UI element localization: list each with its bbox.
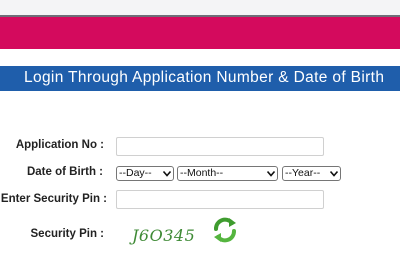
security-pin-input[interactable] <box>116 190 324 209</box>
refresh-icon[interactable] <box>210 215 240 245</box>
date-of-birth-label: Date of Birth : <box>26 166 103 178</box>
application-no-label: Application No : <box>15 139 104 151</box>
chevron-down-icon <box>330 170 338 177</box>
captcha-text: J6O345 <box>132 226 196 245</box>
application-no-input[interactable] <box>116 137 324 156</box>
security-pin-label: Security Pin : <box>30 228 105 240</box>
day-select[interactable]: --Day-- <box>116 166 174 181</box>
chevron-down-icon <box>267 170 275 177</box>
login-page: Login Through Application Number & Date … <box>0 0 400 266</box>
month-select[interactable]: --Month-- <box>177 166 278 181</box>
brand-header-bar <box>0 17 400 49</box>
chevron-down-icon <box>163 170 171 177</box>
form-title-bar: Login Through Application Number & Date … <box>0 66 400 91</box>
enter-security-pin-label: Enter Security Pin : <box>0 193 107 205</box>
browser-top-strip <box>0 0 400 16</box>
month-select-value: --Month-- <box>180 167 224 179</box>
day-select-value: --Day-- <box>119 167 152 179</box>
form-title: Login Through Application Number & Date … <box>24 69 385 86</box>
year-select-value: --Year-- <box>285 167 321 179</box>
year-select[interactable]: --Year-- <box>282 166 341 181</box>
